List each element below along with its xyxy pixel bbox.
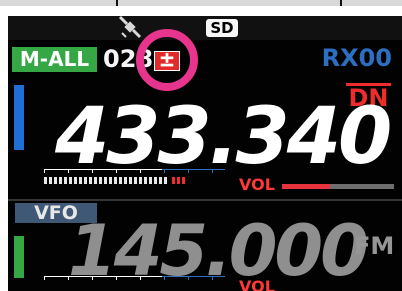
lower-band-indicator (14, 236, 24, 278)
upper-vol-level-fill (282, 184, 330, 189)
upper-vol-label: VOL (239, 175, 275, 194)
band-separator (8, 199, 402, 201)
shift-plus-minus-icon (154, 51, 180, 71)
lower-signal-meter (44, 276, 225, 280)
radio-display-screen: SD M-ALL 028 RX00 DN 433.340 VOL VFO 145… (0, 0, 402, 291)
satellite-icon (118, 15, 142, 39)
modulation-label: FM (354, 232, 395, 260)
upper-signal-meter (44, 169, 225, 184)
upper-band-indicator (14, 85, 24, 150)
rx-label: RX00 (321, 44, 392, 72)
lower-vol-label: VOL (239, 277, 275, 291)
sd-card-badge: SD (206, 19, 238, 37)
status-bar (8, 16, 402, 40)
top-divider-tick-left (116, 0, 118, 6)
upper-vol-level-track (330, 184, 394, 189)
upper-mode-badge: M-ALL (12, 47, 97, 72)
upper-frequency: 433.340 (55, 92, 392, 182)
top-divider-tick-right (340, 0, 342, 6)
lower-frequency: 145.000 (68, 210, 369, 291)
